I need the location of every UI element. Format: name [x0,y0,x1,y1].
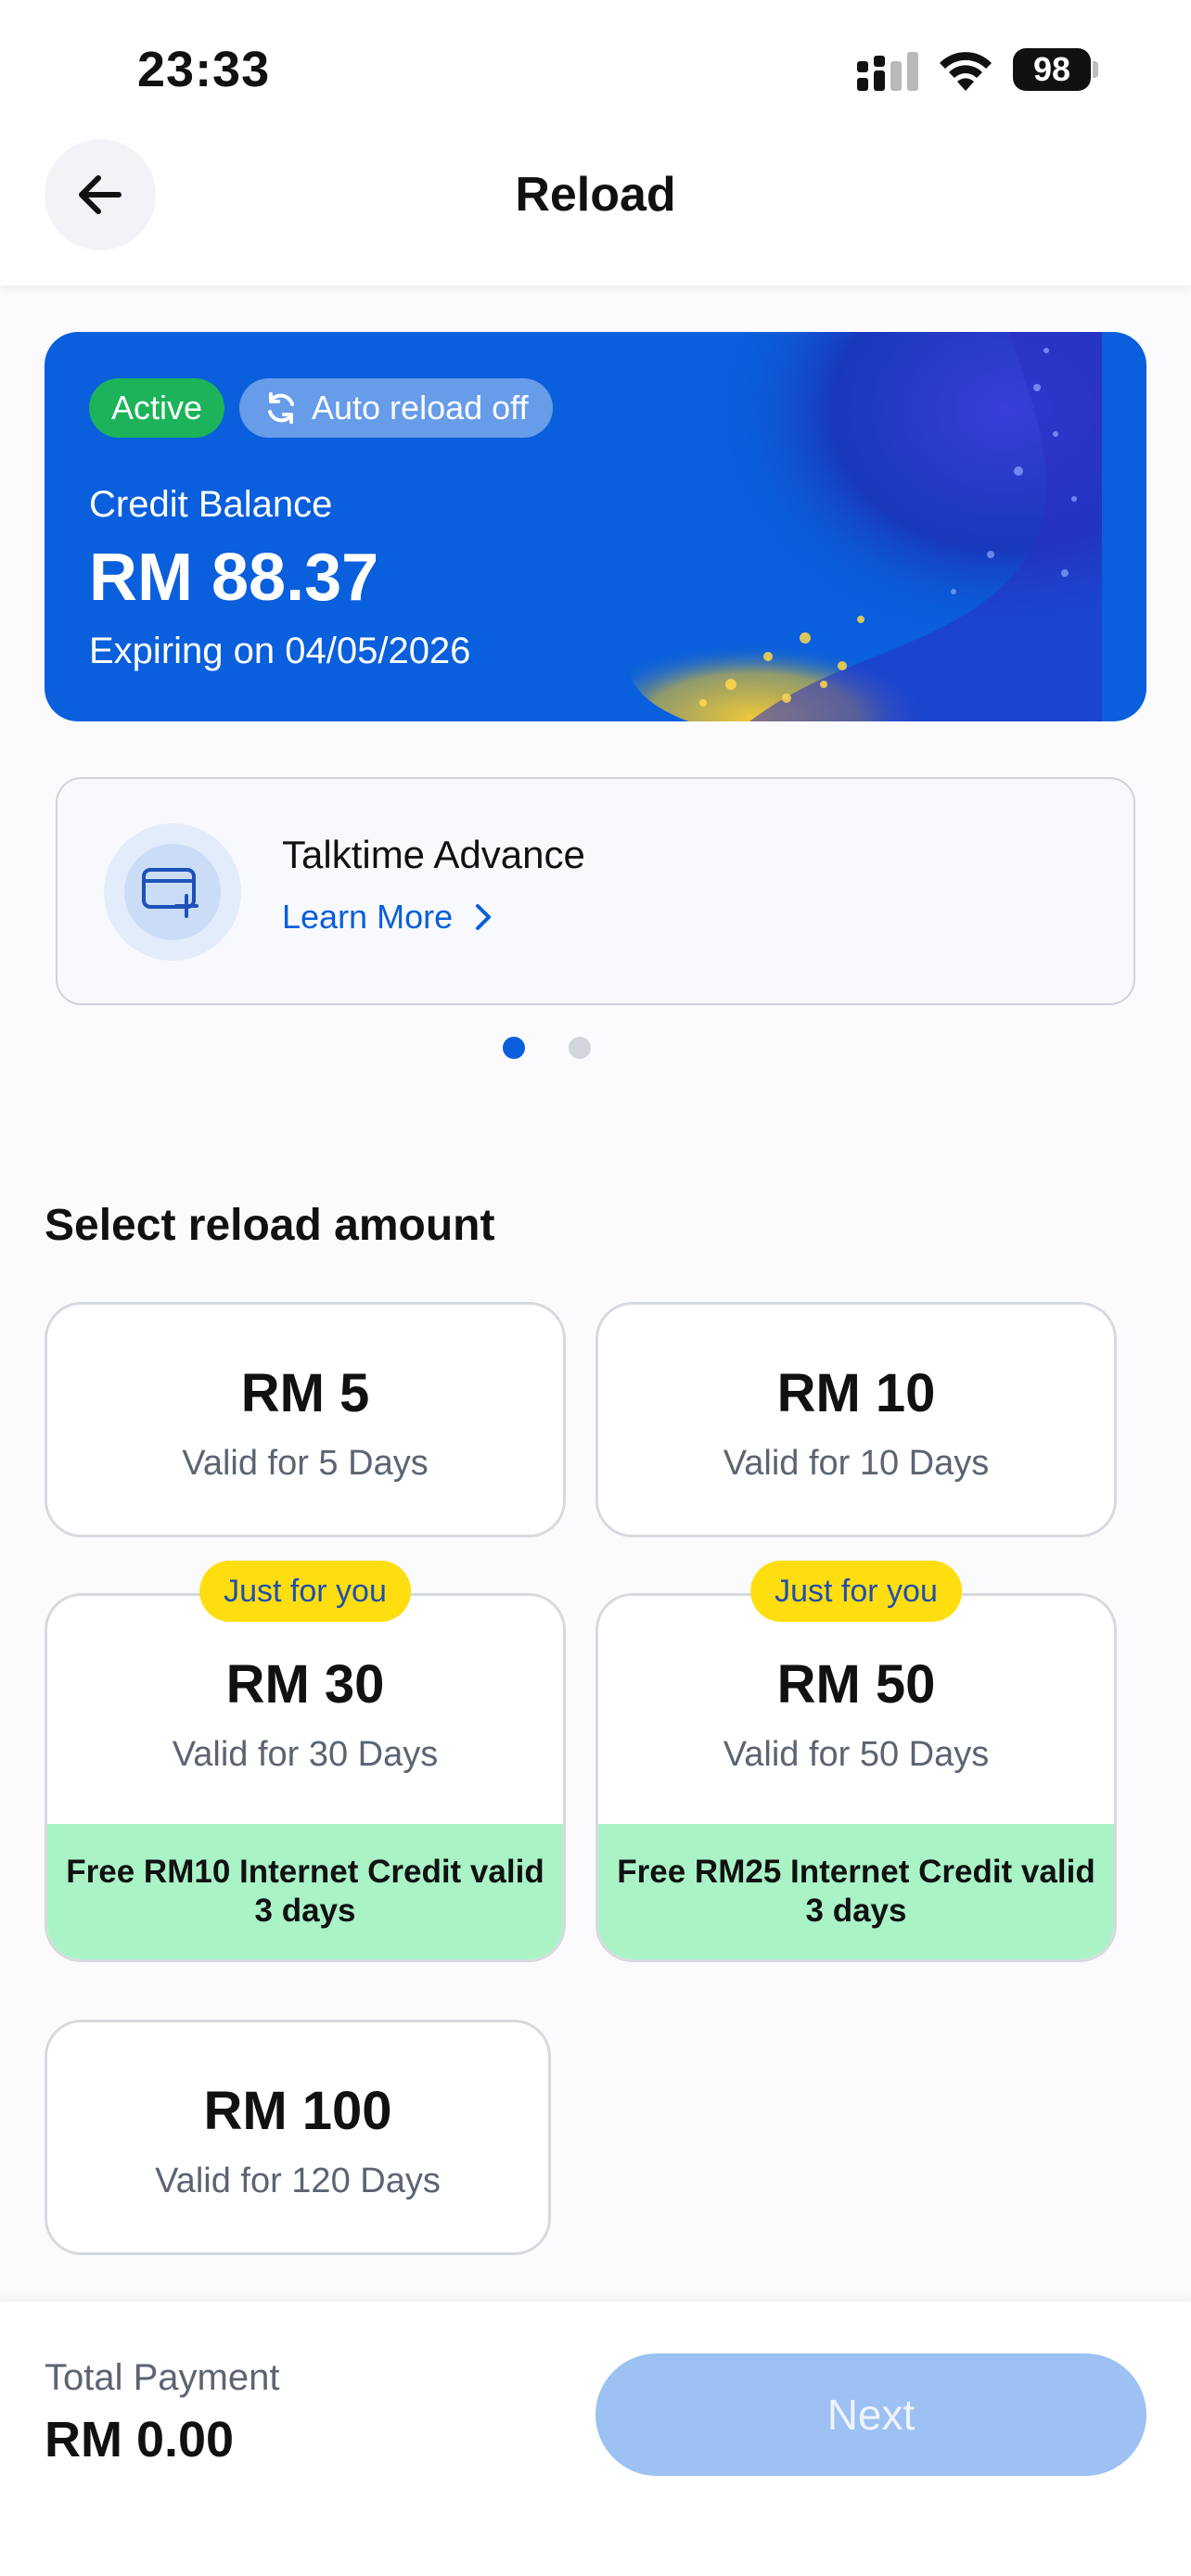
page-title: Reload [515,168,676,222]
promo-title: Talktime Advance [282,833,585,876]
payment-bar: Total Payment RM 0.00 Next [0,2302,1191,2576]
auto-reload-badge[interactable]: Auto reload off [239,378,553,438]
carousel-dot-active[interactable] [503,1037,525,1059]
just-for-you-tag: Just for you [750,1561,962,1622]
total-amount: RM 0.00 [45,2412,235,2468]
option-validity: Valid for 120 Days [155,2162,441,2200]
option-validity: Valid for 10 Days [723,1444,990,1483]
battery-level: 98 [1013,48,1091,91]
learn-more-link[interactable]: Learn More [282,898,493,937]
option-validity: Valid for 50 Days [723,1735,990,1774]
option-validity: Valid for 30 Days [172,1735,439,1774]
battery-icon: 98 [1013,48,1098,91]
status-time: 23:33 [137,42,271,97]
option-amount: RM 5 [240,1363,370,1423]
reload-option-rm50[interactable]: Just for you RM 50 Valid for 50 Days Fre… [596,1561,1117,1962]
bonus-banner: Free RM10 Internet Credit valid 3 days [47,1824,563,1959]
carousel-indicator [0,1037,1191,1061]
wifi-icon [940,52,992,91]
option-amount: RM 30 [225,1654,385,1715]
header: Reload [0,139,1191,286]
carousel-dot[interactable] [569,1037,591,1059]
chevron-right-icon [476,904,492,930]
option-amount: RM 50 [776,1654,936,1715]
balance-amount: RM 88.37 [89,541,379,615]
cellular-signal-icon [857,52,918,91]
option-validity: Valid for 5 Days [182,1444,429,1483]
card-add-icon [142,868,198,918]
refresh-icon [268,392,294,424]
talktime-advance-card[interactable]: Talktime Advance Learn More [56,777,1135,1005]
reload-option-rm10[interactable]: RM 10 Valid for 10 Days [596,1302,1117,1537]
option-amount: RM 10 [776,1363,936,1423]
section-title: Select reload amount [45,1201,495,1250]
auto-reload-label: Auto reload off [312,389,529,427]
reload-option-rm5[interactable]: RM 5 Valid for 5 Days [45,1302,566,1537]
just-for-you-tag: Just for you [199,1561,411,1622]
reload-option-rm30[interactable]: Just for you RM 30 Valid for 30 Days Fre… [45,1561,566,1962]
reload-screen: 23:33 98 Reload Active Auto reload off C… [0,0,1191,2576]
learn-more-label: Learn More [282,898,454,936]
next-button[interactable]: Next [596,2353,1146,2476]
balance-expiry: Expiring on 04/05/2026 [89,631,471,671]
decorative-art [620,332,1102,721]
status-badge: Active [89,378,225,438]
balance-label: Credit Balance [89,484,333,525]
reload-option-rm100[interactable]: RM 100 Valid for 120 Days [45,2020,551,2255]
status-bar: 23:33 98 [0,0,1191,139]
balance-card: Active Auto reload off Credit Balance RM… [45,332,1146,721]
bonus-banner: Free RM25 Internet Credit valid 3 days [598,1824,1114,1959]
total-label: Total Payment [45,2357,280,2398]
option-amount: RM 100 [203,2081,392,2141]
